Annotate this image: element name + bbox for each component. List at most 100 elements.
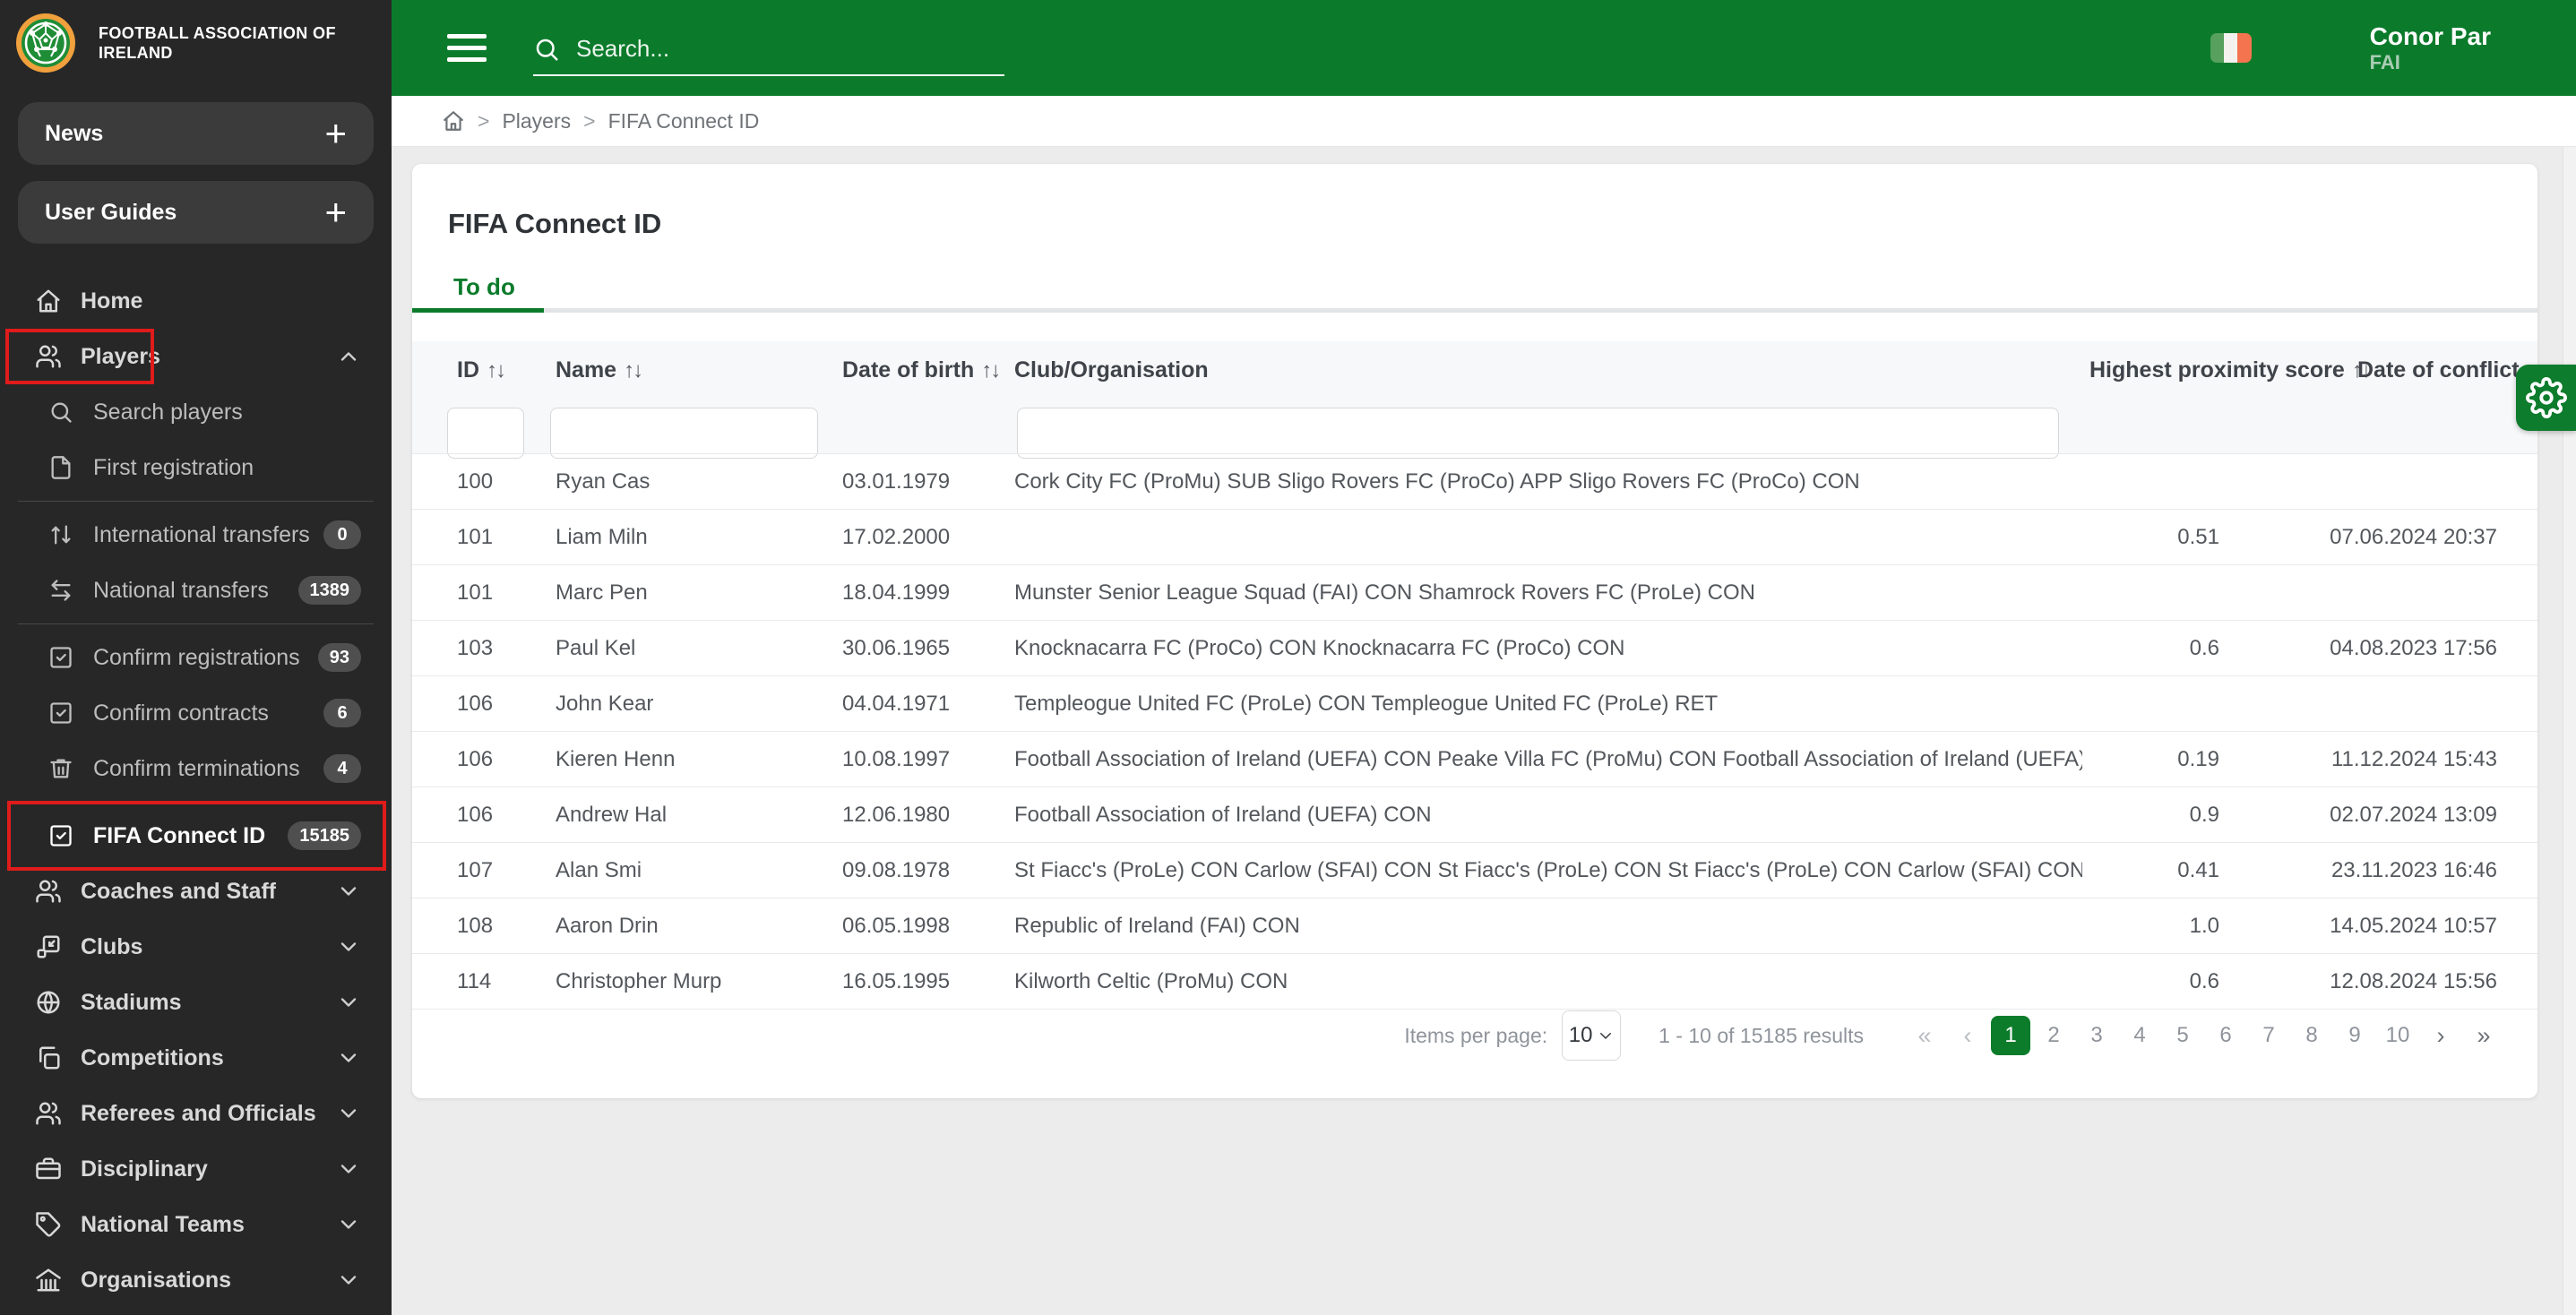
chevron-down-icon[interactable] xyxy=(336,1101,361,1126)
plus-icon[interactable]: + xyxy=(324,193,347,230)
table-row[interactable]: 107 Alan Smi 09.08.1978 St Fiacc's (ProL… xyxy=(412,843,2537,898)
sidebar-item-label: International transfers xyxy=(93,521,310,547)
table-row[interactable]: 108 Aaron Drin 06.05.1998 Republic of Ir… xyxy=(412,898,2537,954)
pagination: Items per page: 10 1 - 10 of 15185 resul… xyxy=(1404,1010,2505,1061)
scrollbar[interactable] xyxy=(2563,147,2576,1315)
cell-name: Liam Miln xyxy=(556,524,648,549)
table-row[interactable]: 114 Christopher Murp 16.05.1995 Kilworth… xyxy=(412,954,2537,1010)
column-header-highest-proximity-score[interactable]: Highest proximity score ↑↓ xyxy=(2089,357,2372,383)
user-guides-panel[interactable]: User Guides + xyxy=(18,181,374,244)
cell-name: Ryan Cas xyxy=(556,468,650,494)
sidebar-item-label: Clubs xyxy=(81,933,143,959)
ireland-flag-icon[interactable] xyxy=(2210,32,2252,63)
table-header: ID ↑↓ Name ↑↓ Date of birth ↑↓ Club/Organis… xyxy=(412,341,2546,459)
chevron-down-icon[interactable] xyxy=(336,1212,361,1237)
page-button-10[interactable]: 10 xyxy=(2378,1016,2417,1055)
sidebar-item-home[interactable]: Home xyxy=(0,273,392,329)
page-button-9[interactable]: 9 xyxy=(2335,1016,2374,1055)
sidebar-item-organisations[interactable]: Organisations xyxy=(0,1252,392,1308)
table-row[interactable]: 106 Kieren Henn 10.08.1997 Football Asso… xyxy=(412,732,2537,787)
sidebar-item-search-players[interactable]: Search players xyxy=(0,384,392,440)
sidebar-item-clubs[interactable]: Clubs xyxy=(0,919,392,975)
filter-input-name[interactable] xyxy=(550,408,818,459)
sidebar-item-label: Stadiums xyxy=(81,989,182,1015)
search-input[interactable] xyxy=(574,34,972,64)
first-page-button[interactable]: « xyxy=(1905,1016,1944,1055)
sidebar-item-stadiums[interactable]: Stadiums xyxy=(0,975,392,1030)
count-badge: 0 xyxy=(323,520,361,549)
hamburger-menu-icon[interactable] xyxy=(447,34,487,62)
filter-input-id[interactable] xyxy=(447,408,524,459)
global-search[interactable] xyxy=(533,34,1004,76)
sidebar-item-international-transfers[interactable]: International transfers 0 xyxy=(0,507,392,563)
page-button-8[interactable]: 8 xyxy=(2292,1016,2331,1055)
page-button-4[interactable]: 4 xyxy=(2120,1016,2159,1055)
news-panel[interactable]: News + xyxy=(18,102,374,165)
cell-conflict: 07.06.2024 20:37 xyxy=(2330,524,2497,549)
chevron-down-icon[interactable] xyxy=(336,1156,361,1182)
globe-icon xyxy=(34,988,63,1017)
sort-icon[interactable]: ↑↓ xyxy=(624,358,643,382)
sidebar-item-national-teams[interactable]: National Teams xyxy=(0,1197,392,1252)
table-row[interactable]: 101 Liam Miln 17.02.2000 0.51 07.06.2024… xyxy=(412,510,2537,565)
table-row[interactable]: 106 John Kear 04.04.1971 Templeogue Unit… xyxy=(412,676,2537,732)
chevron-up-icon[interactable] xyxy=(336,344,361,369)
chevron-down-icon[interactable] xyxy=(336,1045,361,1070)
chevron-down-icon[interactable] xyxy=(336,879,361,904)
breadcrumb-fifa-connect-id[interactable]: FIFA Connect ID xyxy=(608,109,760,133)
table-row[interactable]: 106 Andrew Hal 12.06.1980 Football Assoc… xyxy=(412,787,2537,843)
table-row[interactable]: 101 Marc Pen 18.04.1999 Munster Senior L… xyxy=(412,565,2537,621)
sidebar-item-fifa-connect-id[interactable]: FIFA Connect ID 15185 xyxy=(0,801,392,871)
settings-flyout-button[interactable] xyxy=(2516,365,2576,431)
sidebar-divider xyxy=(18,802,374,803)
next-page-button[interactable]: › xyxy=(2421,1016,2460,1055)
sort-icon[interactable]: ↑↓ xyxy=(981,358,1001,382)
sidebar-item-disciplinary[interactable]: Disciplinary xyxy=(0,1141,392,1197)
sidebar-item-confirm-contracts[interactable]: Confirm contracts 6 xyxy=(0,685,392,741)
column-header-id[interactable]: ID ↑↓ xyxy=(457,357,506,383)
cell-id: 103 xyxy=(457,635,494,660)
sidebar-item-competitions[interactable]: Competitions xyxy=(0,1030,392,1086)
sidebar-item-confirm-terminations[interactable]: Confirm terminations 4 xyxy=(0,741,392,796)
app-root: FOOTBALL ASSOCIATION OF IRELAND News + U… xyxy=(0,0,2576,1315)
cell-score: 0.51 xyxy=(2177,524,2219,549)
page-button-2[interactable]: 2 xyxy=(2034,1016,2073,1055)
sidebar-item-confirm-registrations[interactable]: Confirm registrations 93 xyxy=(0,630,392,685)
chevron-down-icon[interactable] xyxy=(336,990,361,1015)
user-menu[interactable]: Conor Par FAI xyxy=(2370,21,2491,75)
last-page-button[interactable]: » xyxy=(2464,1016,2503,1055)
cell-conflict: 11.12.2024 15:43 xyxy=(2330,746,2497,771)
sidebar-item-first-registration[interactable]: First registration xyxy=(0,440,392,495)
chevron-down-icon[interactable] xyxy=(336,934,361,959)
page-button-3[interactable]: 3 xyxy=(2077,1016,2116,1055)
page-button-5[interactable]: 5 xyxy=(2163,1016,2202,1055)
sidebar-item-label: Competitions xyxy=(81,1044,224,1070)
page-button-1[interactable]: 1 xyxy=(1991,1016,2030,1055)
count-badge: 6 xyxy=(323,699,361,727)
table-row[interactable]: 100 Ryan Cas 03.01.1979 Cork City FC (Pr… xyxy=(412,454,2537,510)
chevron-down-icon[interactable] xyxy=(336,1268,361,1293)
filter-input-club-organisation[interactable] xyxy=(1017,408,2059,459)
page-button-7[interactable]: 7 xyxy=(2249,1016,2288,1055)
sidebar-item-label: Confirm terminations xyxy=(93,755,300,781)
user-guides-panel-label: User Guides xyxy=(45,199,177,225)
cell-name: Paul Kel xyxy=(556,635,636,660)
breadcrumb-players[interactable]: Players xyxy=(502,109,571,133)
page-button-6[interactable]: 6 xyxy=(2206,1016,2245,1055)
column-header-date-of-birth[interactable]: Date of birth ↑↓ xyxy=(842,357,1001,383)
sidebar-item-coaches-and-staff[interactable]: Coaches and Staff xyxy=(0,864,392,919)
table-row[interactable]: 103 Paul Kel 30.06.1965 Knocknacarra FC … xyxy=(412,621,2537,676)
topbar-right: Conor Par FAI xyxy=(2210,21,2491,75)
sidebar-item-players[interactable]: Players xyxy=(0,329,392,384)
plus-icon[interactable]: + xyxy=(324,115,347,151)
sidebar-item-referees-and-officials[interactable]: Referees and Officials xyxy=(0,1086,392,1141)
previous-page-button[interactable]: ‹ xyxy=(1948,1016,1987,1055)
home-icon[interactable] xyxy=(442,109,465,133)
sort-icon[interactable]: ↑↓ xyxy=(487,358,506,382)
sidebar-item-national-transfers[interactable]: National transfers 1389 xyxy=(0,563,392,618)
items-per-page-select[interactable]: 10 xyxy=(1562,1010,1622,1061)
tab-to-do[interactable]: To do xyxy=(453,273,515,301)
sidebar-item-label: Disciplinary xyxy=(81,1156,208,1182)
content-card: FIFA Connect ID To do ID ↑↓ Name ↑↓ Date o… xyxy=(412,164,2546,1098)
column-header-name[interactable]: Name ↑↓ xyxy=(556,357,643,383)
